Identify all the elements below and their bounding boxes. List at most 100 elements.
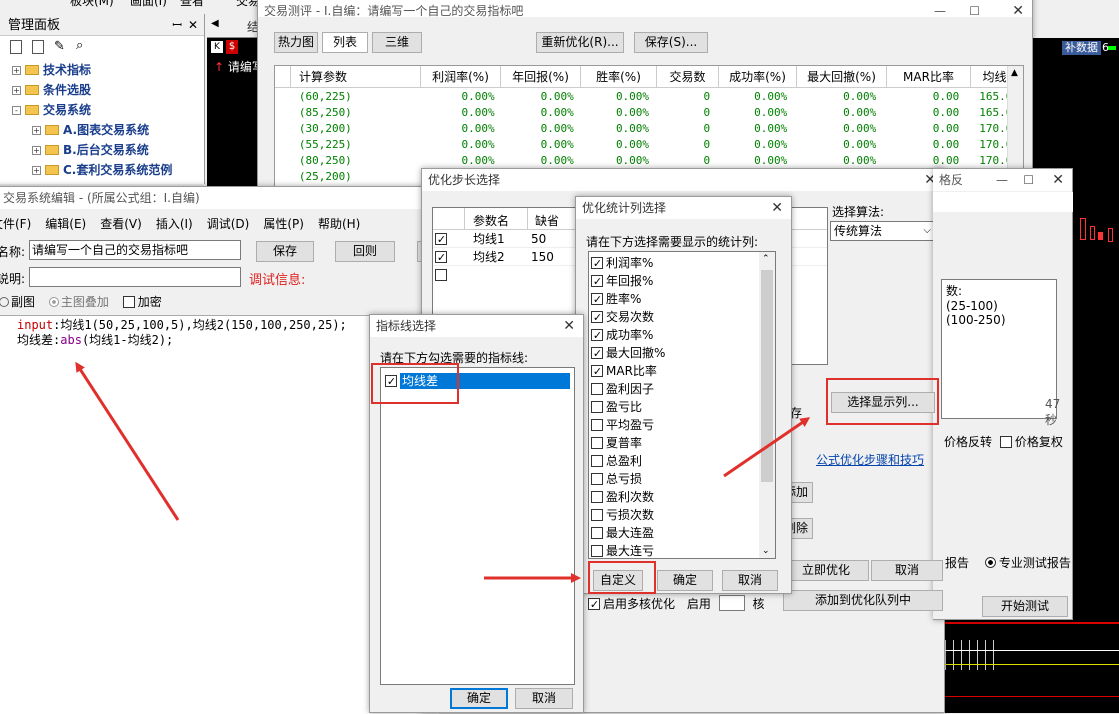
expand-icon[interactable]: + bbox=[32, 166, 41, 175]
stats-column-item[interactable]: 胜率% bbox=[589, 290, 775, 308]
stats-cancel-button[interactable]: 取消 bbox=[722, 570, 778, 591]
maximize-icon[interactable]: ☐ bbox=[969, 0, 980, 17]
stats-scrollbar[interactable]: ⌃ ⌄ bbox=[759, 252, 775, 558]
stats-checkbox[interactable] bbox=[591, 509, 603, 521]
column-header[interactable]: 交易数 bbox=[657, 66, 719, 88]
stats-checkbox[interactable] bbox=[591, 473, 603, 485]
stats-column-item[interactable]: 盈亏比 bbox=[589, 398, 775, 416]
stats-checkbox[interactable] bbox=[591, 257, 603, 269]
search-icon[interactable]: ⌕ bbox=[76, 38, 83, 53]
radio-main-overlay[interactable]: 主图叠加 bbox=[48, 295, 109, 309]
indicator-cancel-button[interactable]: 取消 bbox=[515, 688, 573, 709]
start-test-button[interactable]: 开始测试 bbox=[982, 596, 1068, 617]
param-checkbox[interactable] bbox=[435, 269, 447, 281]
stats-checkbox[interactable] bbox=[591, 401, 603, 413]
stats-column-item[interactable]: 盈利次数 bbox=[589, 488, 775, 506]
stats-column-list[interactable]: 利润率% 年回报% 胜率% 交易次数成功率% 最大回撤% MAR比率盈利因子盈亏比平均盈亏… bbox=[588, 251, 776, 559]
tree-node[interactable]: + C.套利交易系统范例 bbox=[32, 160, 172, 180]
tab-heatmap[interactable]: 热力图 bbox=[274, 32, 318, 53]
stats-checkbox[interactable] bbox=[591, 383, 603, 395]
column-header[interactable]: 成功率(%) bbox=[719, 66, 797, 88]
stats-column-item[interactable]: 成功率% bbox=[589, 326, 775, 344]
supplement-data-badge[interactable]: 补数据 bbox=[1062, 41, 1101, 55]
undo-button[interactable]: 回则 bbox=[335, 241, 395, 262]
param-checkbox[interactable] bbox=[435, 233, 447, 245]
expand-icon[interactable]: - bbox=[12, 106, 21, 115]
close-icon[interactable]: ✕ bbox=[1012, 0, 1024, 17]
desc-input[interactable] bbox=[29, 267, 241, 287]
maximize-icon[interactable]: ☐ bbox=[1023, 169, 1034, 191]
stats-column-item[interactable]: 夏普率 bbox=[589, 434, 775, 452]
stats-column-item[interactable]: 利润率% bbox=[589, 254, 775, 272]
close-icon[interactable]: ✕ bbox=[188, 14, 198, 36]
scroll-down-icon[interactable]: ⌄ bbox=[762, 546, 770, 556]
name-input[interactable]: 请编写一个自己的交易指标吧 bbox=[29, 240, 241, 260]
tab-3d[interactable]: 三维 bbox=[372, 32, 422, 53]
scroll-thumb[interactable] bbox=[761, 270, 773, 482]
expand-icon[interactable]: + bbox=[12, 86, 21, 95]
stats-column-item[interactable]: 平均盈亏 bbox=[589, 416, 775, 434]
menu-item-screen[interactable]: 画面(I) bbox=[130, 0, 167, 8]
stats-ok-button[interactable]: 确定 bbox=[657, 570, 713, 591]
stats-checkbox[interactable] bbox=[591, 491, 603, 503]
stats-checkbox[interactable] bbox=[591, 347, 603, 359]
close-icon[interactable]: ✕ bbox=[1052, 169, 1064, 191]
stats-checkbox[interactable] bbox=[591, 365, 603, 377]
expand-icon[interactable]: + bbox=[32, 146, 41, 155]
minimize-icon[interactable]: — bbox=[996, 169, 1008, 191]
menu-item-view[interactable]: 查看 bbox=[180, 0, 204, 8]
table-row[interactable]: (85,250) 0.00% 0.00% 0.00% 0 0.00% 0.00% 0.00 16… bbox=[275, 104, 1023, 120]
stats-column-item[interactable]: 最大连盈 bbox=[589, 524, 775, 542]
stats-column-item[interactable]: 最大连亏 bbox=[589, 542, 775, 558]
table-row[interactable]: (80,250) 0.00% 0.00% 0.00% 0 0.00% 0.00% 0.00 17… bbox=[275, 152, 1023, 168]
minimize-icon[interactable]: — bbox=[934, 0, 946, 17]
tree-node[interactable]: - 交易系统 bbox=[12, 100, 91, 120]
editor-menu-item[interactable]: 属性(P) bbox=[263, 217, 304, 231]
stats-column-item[interactable]: 年回报% bbox=[589, 272, 775, 290]
stats-checkbox[interactable] bbox=[591, 311, 603, 323]
stats-column-item[interactable]: 总亏损 bbox=[589, 470, 775, 488]
stats-checkbox[interactable] bbox=[591, 437, 603, 449]
editor-menu-item[interactable]: 插入(I) bbox=[156, 217, 193, 231]
menu-item-board[interactable]: 板块(M) bbox=[70, 0, 114, 8]
table-row[interactable]: (60,225) 0.00% 0.00% 0.00% 0 0.00% 0.00% 0.00 16… bbox=[275, 88, 1023, 104]
chart-code-badge[interactable]: K bbox=[211, 41, 223, 53]
column-header[interactable]: 计算参数 bbox=[291, 66, 421, 88]
column-header[interactable]: 最大回撤(%) bbox=[797, 66, 887, 88]
save-result-button[interactable]: 保存(S)... bbox=[634, 32, 708, 53]
new-file-icon[interactable] bbox=[10, 40, 22, 54]
expand-icon[interactable]: + bbox=[32, 126, 41, 135]
tab-nav-left-icon[interactable]: ◀ bbox=[211, 18, 219, 29]
stats-checkbox[interactable] bbox=[591, 275, 603, 287]
radio-sub-chart[interactable]: 副图 bbox=[0, 295, 35, 309]
stats-checkbox[interactable] bbox=[591, 527, 603, 539]
close-icon[interactable]: ✕ bbox=[771, 197, 783, 219]
scroll-up-icon[interactable]: ▲ bbox=[1011, 68, 1018, 78]
optimize-now-button[interactable]: 立即优化 bbox=[783, 560, 869, 581]
table-row[interactable]: (55,225) 0.00% 0.00% 0.00% 0 0.00% 0.00% 0.00 17… bbox=[275, 136, 1023, 152]
optimize-tips-link[interactable]: 公式优化步骤和技巧 bbox=[816, 451, 924, 468]
stats-column-item[interactable]: 亏损次数 bbox=[589, 506, 775, 524]
stats-checkbox[interactable] bbox=[591, 329, 603, 341]
close-icon[interactable]: ✕ bbox=[563, 315, 575, 337]
stats-column-item[interactable]: 盈利因子 bbox=[589, 380, 775, 398]
tree-node[interactable]: + 条件选股 bbox=[12, 80, 91, 100]
stats-checkbox[interactable] bbox=[591, 545, 603, 557]
pin-icon[interactable]: ꟷ bbox=[172, 14, 182, 36]
price-restore-checkbox[interactable]: 价格复权 bbox=[999, 435, 1063, 449]
new-folder-icon[interactable] bbox=[32, 40, 44, 54]
column-header[interactable]: 利润率(%) bbox=[421, 66, 501, 88]
stats-column-item[interactable]: 交易次数 bbox=[589, 308, 775, 326]
editor-menu-item[interactable]: 文件(F) bbox=[0, 217, 31, 231]
add-to-queue-button[interactable]: 添加到优化队列中 bbox=[783, 590, 943, 611]
tree-node[interactable]: + A.图表交易系统 bbox=[32, 120, 149, 140]
editor-menu-item[interactable]: 编辑(E) bbox=[45, 217, 86, 231]
editor-menu-item[interactable]: 查看(V) bbox=[100, 217, 142, 231]
stats-checkbox[interactable] bbox=[591, 419, 603, 431]
pro-report-radio[interactable]: 专业测试报告 bbox=[984, 556, 1071, 570]
tree-node[interactable]: + 技术指标 bbox=[12, 60, 91, 80]
core-count-input[interactable] bbox=[718, 595, 745, 611]
stats-column-item[interactable]: 最大回撤% bbox=[589, 344, 775, 362]
stats-checkbox[interactable] bbox=[591, 293, 603, 305]
indicator-list[interactable]: 均线差 bbox=[380, 367, 575, 685]
